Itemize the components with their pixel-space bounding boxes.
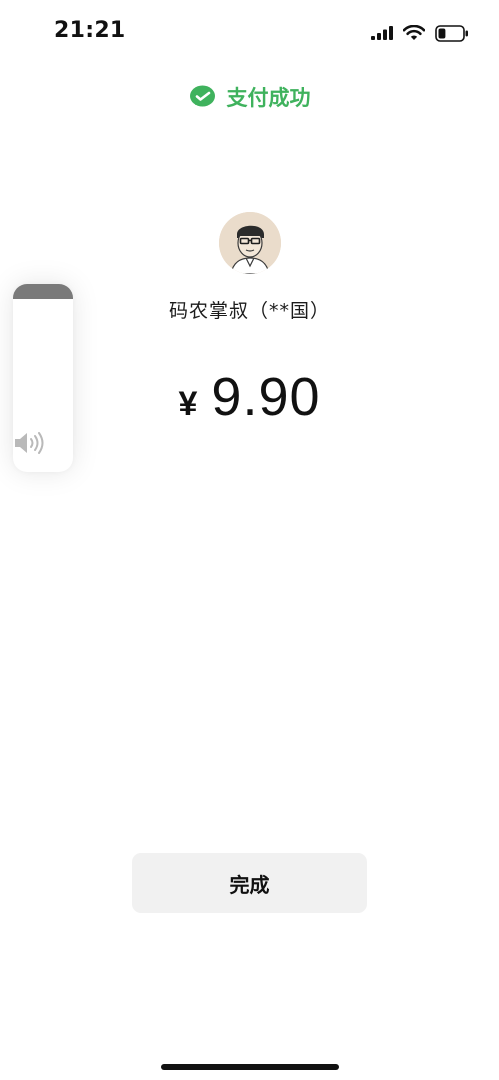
status-bar: 21:21: [0, 0, 499, 60]
payment-amount: ¥ 9.90: [0, 366, 499, 428]
home-indicator[interactable]: [161, 1064, 339, 1070]
payee-name: 码农掌叔（**国）: [168, 300, 330, 322]
volume-level-fill: [13, 284, 73, 299]
currency-symbol: ¥: [178, 385, 198, 423]
wechat-pay-icon: [189, 85, 215, 107]
payment-success-header: 支付成功: [0, 82, 499, 112]
payment-success-title: 支付成功: [226, 86, 311, 110]
cellular-signal-icon: [371, 26, 393, 40]
speaker-icon: [15, 432, 44, 454]
done-button[interactable]: 完成: [132, 853, 367, 913]
battery-icon: [435, 24, 468, 42]
wifi-icon: [403, 25, 425, 40]
status-time: 21:21: [54, 18, 126, 43]
status-icons: [371, 23, 469, 43]
payee-avatar: [219, 212, 281, 274]
amount-value: 9.90: [211, 367, 321, 427]
